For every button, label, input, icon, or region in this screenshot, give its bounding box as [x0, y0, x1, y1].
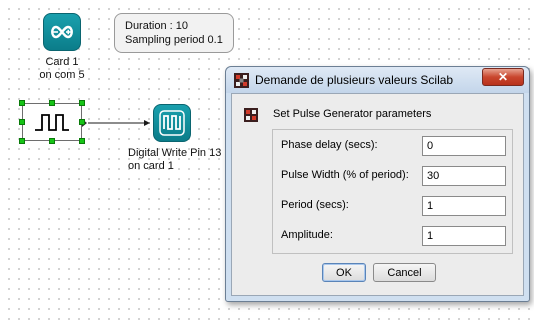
parameters-note[interactable]: Duration : 10 Sampling period 0.1 [114, 13, 234, 53]
digital-write-block[interactable] [153, 104, 191, 142]
digital-write-label: Digital Write Pin 13 on card 1 [128, 147, 228, 173]
close-icon: ✕ [497, 70, 509, 84]
pulse-width-label: Pulse Width (% of period): [281, 169, 409, 181]
phase-delay-input[interactable] [422, 136, 506, 156]
note-sampling-period: Sampling period 0.1 [125, 34, 223, 46]
scilab-app-icon [234, 73, 249, 88]
scilab-parameters-dialog: Demande de plusieurs valeurs Scilab ✕ Se… [225, 66, 530, 302]
field-row-phase-delay: Phase delay (secs): [273, 136, 512, 156]
selection-handle[interactable] [79, 100, 85, 106]
selection-handle[interactable] [19, 119, 25, 125]
dialog-header-text: Set Pulse Generator parameters [273, 108, 432, 120]
scilab-header-icon [244, 108, 258, 122]
dialog-titlebar[interactable]: Demande de plusieurs valeurs Scilab ✕ [226, 67, 529, 93]
cancel-button[interactable]: Cancel [373, 263, 436, 282]
pulse-generator-block[interactable] [22, 103, 82, 141]
field-row-pulse-width: Pulse Width (% of period): [273, 166, 512, 186]
selection-handle[interactable] [49, 138, 55, 144]
card-label-line1: Card 1 [45, 56, 79, 68]
selection-handle[interactable] [49, 100, 55, 106]
amplitude-input[interactable] [422, 226, 506, 246]
dialog-title: Demande de plusieurs valeurs Scilab [255, 73, 454, 87]
infinity-logo-icon [51, 25, 73, 39]
selection-handle[interactable] [79, 138, 85, 144]
pulse-width-input[interactable] [422, 166, 506, 186]
period-input[interactable] [422, 196, 506, 216]
field-row-amplitude: Amplitude: [273, 226, 512, 246]
digital-write-label-line1: Digital Write Pin 13 [128, 147, 222, 159]
dialog-content: Set Pulse Generator parameters Phase del… [231, 93, 524, 296]
selection-handle[interactable] [19, 138, 25, 144]
phase-delay-label: Phase delay (secs): [281, 139, 378, 151]
amplitude-label: Amplitude: [281, 229, 333, 241]
field-row-period: Period (secs): [273, 196, 512, 216]
ok-button[interactable]: OK [322, 263, 366, 282]
note-duration: Duration : 10 [125, 20, 188, 32]
parameters-panel: Phase delay (secs): Pulse Width (% of pe… [272, 129, 513, 254]
digital-write-icon [159, 110, 185, 136]
selection-handle[interactable] [79, 119, 85, 125]
close-button[interactable]: ✕ [482, 68, 524, 86]
pulse-waveform-icon [35, 114, 69, 131]
card-block-label: Card 1 on com 5 [22, 56, 102, 82]
digital-write-label-line2: on card 1 [128, 160, 174, 172]
selection-handle[interactable] [19, 100, 25, 106]
arduino-card-block[interactable] [43, 13, 81, 51]
card-label-line2: on com 5 [39, 69, 85, 81]
period-label: Period (secs): [281, 199, 349, 211]
